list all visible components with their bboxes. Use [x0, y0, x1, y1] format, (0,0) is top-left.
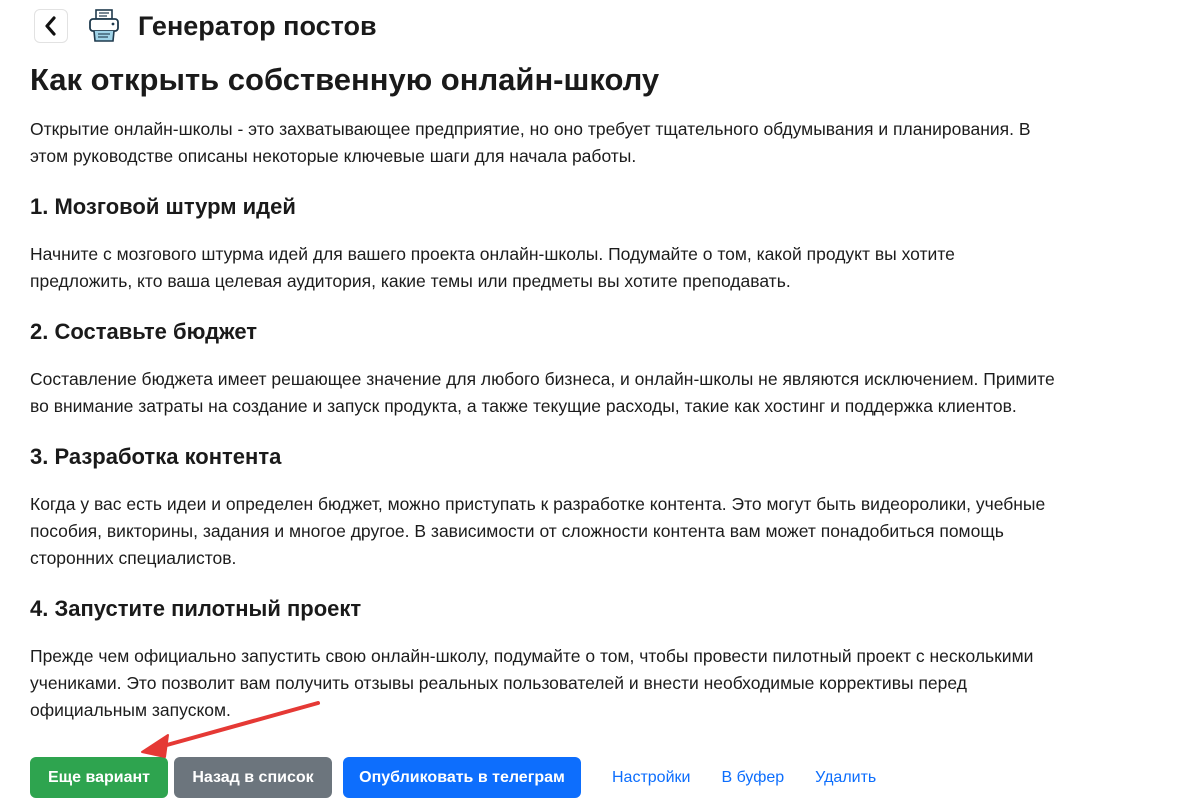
action-bar: Еще вариант Назад в список Опубликовать … — [30, 757, 876, 798]
printer-icon — [86, 8, 122, 44]
chevron-left-icon — [45, 16, 56, 36]
delete-link[interactable]: Удалить — [815, 757, 876, 798]
post-section: 4. Запустите пилотный проект Прежде чем … — [30, 594, 1060, 724]
section-text: Прежде чем официально запустить свою онл… — [30, 646, 1034, 720]
back-to-list-button[interactable]: Назад в список — [174, 757, 332, 798]
post-title: Как открыть собственную онлайн-школу — [30, 62, 660, 97]
generated-post: Как открыть собственную онлайн-школу Отк… — [30, 58, 1060, 724]
section-heading: 3. Разработка контента — [30, 444, 282, 469]
section-heading: 2. Составьте бюджет — [30, 319, 258, 344]
section-text: Когда у вас есть идеи и определен бюджет… — [30, 494, 1046, 568]
settings-link[interactable]: Настройки — [612, 757, 690, 798]
section-text: Составление бюджета имеет решающее значе… — [30, 369, 1055, 416]
post-section: 2. Составьте бюджет Составление бюджета … — [30, 317, 1060, 420]
post-section: 3. Разработка контента Когда у вас есть … — [30, 442, 1060, 572]
section-heading: 4. Запустите пилотный проект — [30, 596, 362, 621]
app-title: Генератор постов — [138, 10, 377, 41]
copy-to-buffer-link[interactable]: В буфер — [721, 757, 784, 798]
post-section: 1. Мозговой штурм идей Начните с мозгово… — [30, 192, 1060, 295]
section-heading: 1. Мозговой штурм идей — [30, 194, 296, 219]
publish-telegram-button[interactable]: Опубликовать в телеграм — [343, 757, 581, 798]
back-button[interactable] — [34, 9, 68, 43]
another-variant-button[interactable]: Еще вариант — [30, 757, 168, 798]
section-text: Начните с мозгового штурма идей для ваше… — [30, 244, 955, 291]
post-intro: Открытие онлайн-школы - это захватывающе… — [30, 119, 1031, 166]
app-header: Генератор постов — [34, 7, 377, 45]
